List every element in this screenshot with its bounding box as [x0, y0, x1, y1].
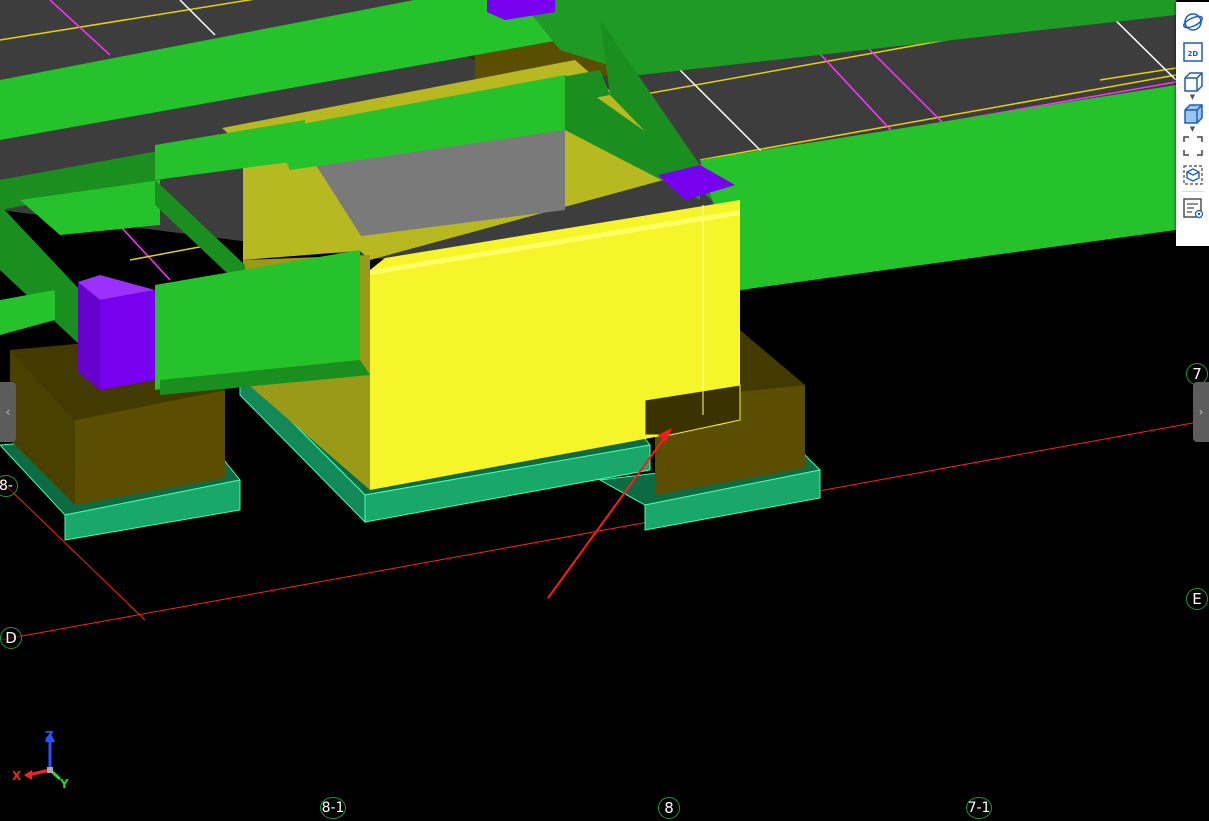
view-3d-box-icon — [1183, 72, 1203, 92]
left-panel-toggle[interactable]: ‹ — [0, 382, 16, 442]
grid-bubble-8-1[interactable]: 8-1 — [320, 797, 346, 819]
axis-triad — [24, 732, 62, 781]
view-2d-button[interactable]: 2D — [1181, 40, 1205, 64]
chevron-down-icon[interactable]: ▼ — [1190, 126, 1195, 134]
orbit-icon — [1182, 13, 1203, 31]
display-mode-icon — [1183, 104, 1203, 124]
section-box-icon — [1182, 165, 1203, 185]
display-mode-button[interactable] — [1181, 102, 1205, 126]
properties-button[interactable] — [1181, 196, 1205, 220]
view-toolbar: 2D ▼ ▼ — [1176, 2, 1209, 246]
view-2d-label: 2D — [1187, 50, 1199, 58]
grid-bubble-d[interactable]: D — [0, 627, 22, 649]
properties-icon — [1182, 198, 1203, 219]
grid-bubble-7-1[interactable]: 7-1 — [966, 797, 992, 819]
axis-x-label: X — [12, 769, 22, 783]
3d-viewport[interactable] — [0, 0, 1209, 821]
chevron-down-icon[interactable]: ▼ — [1190, 94, 1195, 102]
view-3d-box-button[interactable] — [1181, 70, 1205, 94]
fullscreen-icon — [1182, 136, 1203, 156]
axis-y-label: Y — [60, 777, 69, 791]
grid-bubble-e[interactable]: E — [1186, 588, 1208, 610]
fullscreen-button[interactable] — [1181, 134, 1205, 158]
orbit-button[interactable] — [1181, 10, 1205, 34]
axis-z-label: Z — [45, 729, 54, 743]
grid-bubble-8[interactable]: 8 — [658, 797, 680, 819]
right-panel-toggle[interactable]: › — [1193, 382, 1209, 442]
column-left — [78, 275, 155, 390]
toolbar-divider — [1181, 191, 1204, 192]
section-box-button[interactable] — [1181, 163, 1205, 187]
